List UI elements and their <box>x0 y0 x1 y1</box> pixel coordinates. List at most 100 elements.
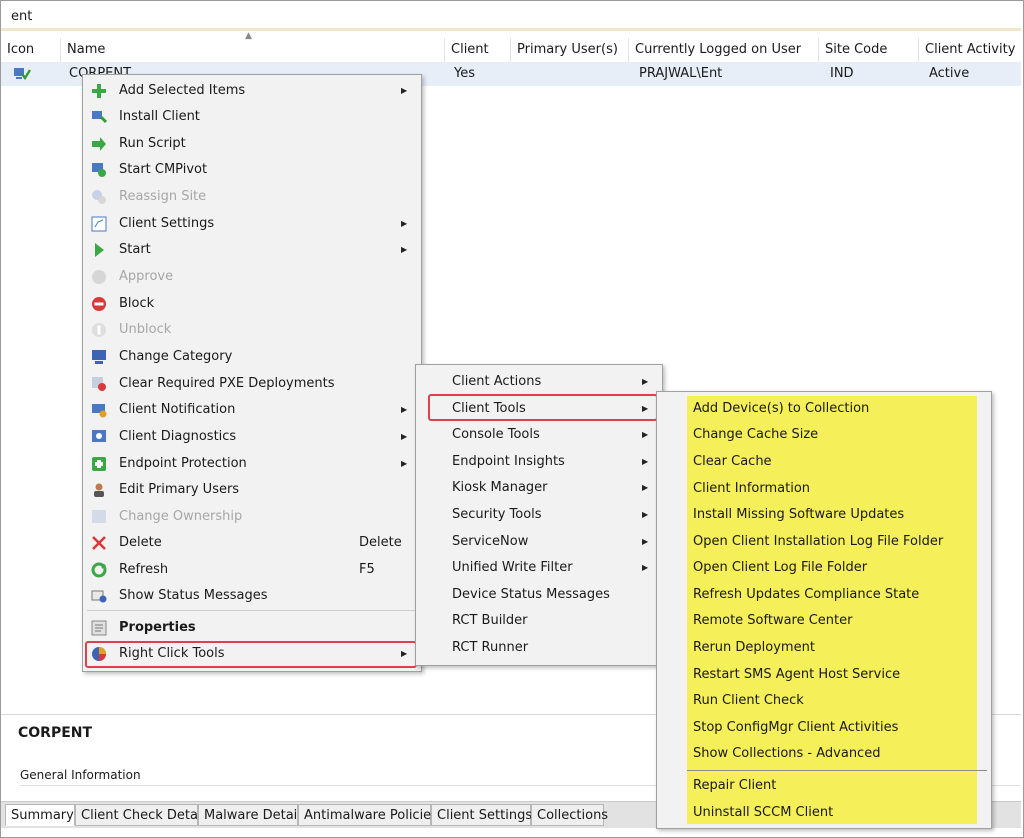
shortcut-delete: Delete <box>359 535 402 550</box>
row-client: Yes <box>454 66 475 81</box>
context-menu: Add Selected Items ▶ Install Client Run … <box>82 74 422 672</box>
submenu-arrow-icon: ▶ <box>642 377 649 386</box>
endpoint-protection-icon <box>92 457 106 471</box>
column-icon[interactable]: Icon <box>1 38 61 62</box>
submenu-item-repair-client[interactable]: Repair Client <box>657 773 991 799</box>
menu-item-install-client[interactable]: Install Client <box>83 104 421 130</box>
submenu-item-open-install-log-folder[interactable]: Open Client Installation Log File Folder <box>657 529 991 555</box>
submenu-item-clear-cache[interactable]: Clear Cache <box>657 449 991 475</box>
submenu-item-remote-software-center[interactable]: Remote Software Center <box>657 608 991 634</box>
menu-item-properties[interactable]: Properties <box>83 615 421 641</box>
details-section: General Information <box>20 768 141 782</box>
submenu-item-show-collections-advanced[interactable]: Show Collections - Advanced <box>657 741 991 767</box>
cmpivot-icon <box>92 163 106 177</box>
menu-item-endpoint-protection[interactable]: Endpoint Protection ▶ <box>83 451 421 477</box>
submenu-arrow-icon: ▶ <box>401 219 408 228</box>
menu-item-unblock[interactable]: Unblock <box>83 317 421 343</box>
column-logged-on-user[interactable]: Currently Logged on User <box>629 38 819 62</box>
search-input[interactable]: ent <box>1 1 1021 31</box>
details-title: CORPENT <box>18 725 93 741</box>
menu-item-edit-primary-users[interactable]: Edit Primary Users <box>83 477 421 503</box>
submenu-item-security-tools[interactable]: Security Tools ▶ <box>416 502 662 528</box>
menu-item-add-selected-items[interactable]: Add Selected Items ▶ <box>83 78 421 104</box>
column-client-activity[interactable]: Client Activity <box>919 38 1021 62</box>
submenu-item-rct-builder[interactable]: RCT Builder <box>416 608 662 634</box>
unblock-icon <box>92 323 106 337</box>
submenu-arrow-icon: ▶ <box>642 457 649 466</box>
menu-item-change-category[interactable]: Change Category <box>83 344 421 370</box>
submenu-item-device-status-messages[interactable]: Device Status Messages <box>416 582 662 608</box>
tab-malware-detail[interactable]: Malware Detail <box>198 804 301 826</box>
submenu-item-install-missing-updates[interactable]: Install Missing Software Updates <box>657 502 991 528</box>
tab-client-settings[interactable]: Client Settings <box>431 804 532 826</box>
tab-client-check-detail[interactable]: Client Check Detail <box>75 804 205 826</box>
menu-item-reassign-site[interactable]: Reassign Site <box>83 184 421 210</box>
submenu-arrow-icon: ▶ <box>642 537 649 546</box>
submenu-item-change-cache-size[interactable]: Change Cache Size <box>657 422 991 448</box>
client-settings-icon <box>91 216 107 232</box>
submenu-item-client-information[interactable]: Client Information <box>657 476 991 502</box>
submenu-item-restart-sms-agent[interactable]: Restart SMS Agent Host Service <box>657 662 991 688</box>
submenu-item-rct-runner[interactable]: RCT Runner <box>416 635 662 661</box>
menu-item-delete[interactable]: Delete Delete <box>83 530 421 556</box>
submenu-item-kiosk-manager[interactable]: Kiosk Manager ▶ <box>416 475 662 501</box>
submenu-item-unified-write-filter[interactable]: Unified Write Filter ▶ <box>416 555 662 581</box>
red-x-icon <box>92 536 106 550</box>
list-header: ▲ Icon Name Client Primary User(s) Curre… <box>1 31 1021 63</box>
submenu-item-endpoint-insights[interactable]: Endpoint Insights ▶ <box>416 449 662 475</box>
device-icon <box>14 68 31 81</box>
tab-summary[interactable]: Summary <box>5 804 75 826</box>
submenu-item-servicenow[interactable]: ServiceNow ▶ <box>416 529 662 555</box>
submenu-item-run-client-check[interactable]: Run Client Check <box>657 688 991 714</box>
properties-icon <box>91 620 107 636</box>
menu-item-client-diagnostics[interactable]: Client Diagnostics ▶ <box>83 424 421 450</box>
submenu-item-uninstall-sccm-client[interactable]: Uninstall SCCM Client <box>657 800 991 826</box>
change-ownership-icon <box>92 510 106 523</box>
menu-item-client-notification[interactable]: Client Notification ▶ <box>83 397 421 423</box>
menu-item-run-script[interactable]: Run Script <box>83 131 421 157</box>
approve-icon <box>92 270 106 284</box>
column-name[interactable]: Name <box>61 38 445 62</box>
menu-item-start[interactable]: Start ▶ <box>83 237 421 263</box>
green-play-icon <box>95 243 104 257</box>
submenu-item-open-client-log-folder[interactable]: Open Client Log File Folder <box>657 555 991 581</box>
column-site-code[interactable]: Site Code <box>819 38 919 62</box>
submenu-item-stop-configmgr-activities[interactable]: Stop ConfigMgr Client Activities <box>657 715 991 741</box>
submenu-item-refresh-updates-compliance[interactable]: Refresh Updates Compliance State <box>657 582 991 608</box>
submenu-item-client-actions[interactable]: Client Actions ▶ <box>416 369 662 395</box>
menu-item-block[interactable]: Block <box>83 291 421 317</box>
submenu-arrow-icon: ▶ <box>401 459 408 468</box>
submenu-arrow-icon: ▶ <box>401 86 408 95</box>
submenu-client-tools: Add Device(s) to Collection Change Cache… <box>656 391 992 829</box>
client-diagnostics-icon <box>92 430 106 442</box>
column-primary-users[interactable]: Primary User(s) <box>511 38 629 62</box>
menu-item-approve[interactable]: Approve <box>83 264 421 290</box>
submenu-item-console-tools[interactable]: Console Tools ▶ <box>416 422 662 448</box>
user-icon <box>94 483 104 497</box>
search-value: ent <box>11 9 33 24</box>
submenu-arrow-icon: ▶ <box>401 432 408 441</box>
tab-antimalware-policies[interactable]: Antimalware Policies <box>298 804 438 826</box>
column-client[interactable]: Client <box>445 38 511 62</box>
client-notification-icon <box>92 404 107 418</box>
menu-item-show-status-messages[interactable]: Show Status Messages <box>83 583 421 609</box>
menu-item-client-settings[interactable]: Client Settings ▶ <box>83 211 421 237</box>
menu-item-refresh[interactable]: Refresh F5 <box>83 557 421 583</box>
green-plus-icon <box>92 84 106 98</box>
submenu-item-add-devices-to-collection[interactable]: Add Device(s) to Collection <box>657 396 991 422</box>
menu-item-clear-pxe-deployments[interactable]: Clear Required PXE Deployments <box>83 371 421 397</box>
menu-separator <box>87 610 417 611</box>
menu-item-change-ownership[interactable]: Change Ownership <box>83 504 421 530</box>
submenu-arrow-icon: ▶ <box>401 245 408 254</box>
submenu-item-rerun-deployment[interactable]: Rerun Deployment <box>657 635 991 661</box>
reassign-site-icon <box>92 190 106 204</box>
menu-separator <box>687 770 987 771</box>
refresh-icon <box>91 562 107 578</box>
highlight-client-tools <box>428 394 658 421</box>
tab-collections[interactable]: Collections <box>531 804 608 826</box>
row-logged-on-user: PRAJWAL\Ent <box>639 66 723 81</box>
submenu-arrow-icon: ▶ <box>642 563 649 572</box>
menu-item-start-cmpivot[interactable]: Start CMPivot <box>83 157 421 183</box>
submenu-arrow-icon: ▶ <box>642 510 649 519</box>
install-client-icon <box>92 111 107 124</box>
